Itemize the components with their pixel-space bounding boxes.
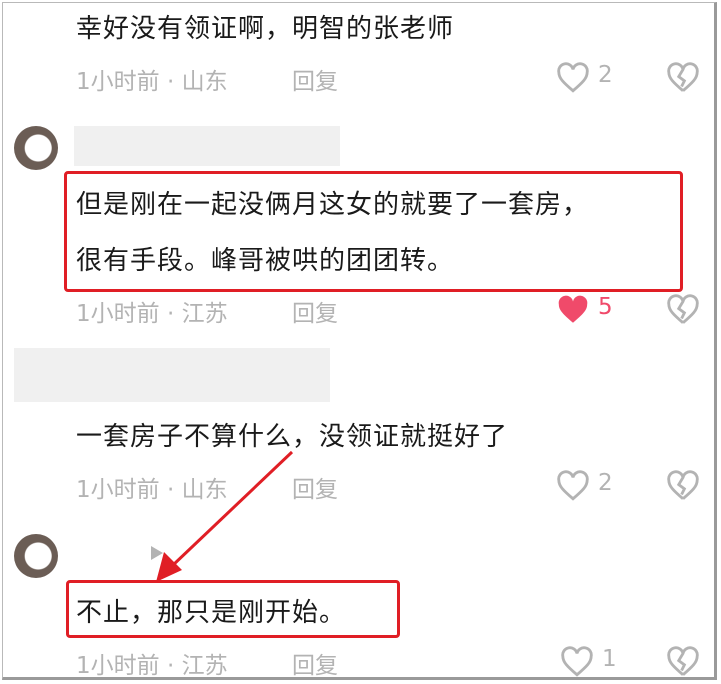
annotation-arrow: [156, 450, 294, 582]
